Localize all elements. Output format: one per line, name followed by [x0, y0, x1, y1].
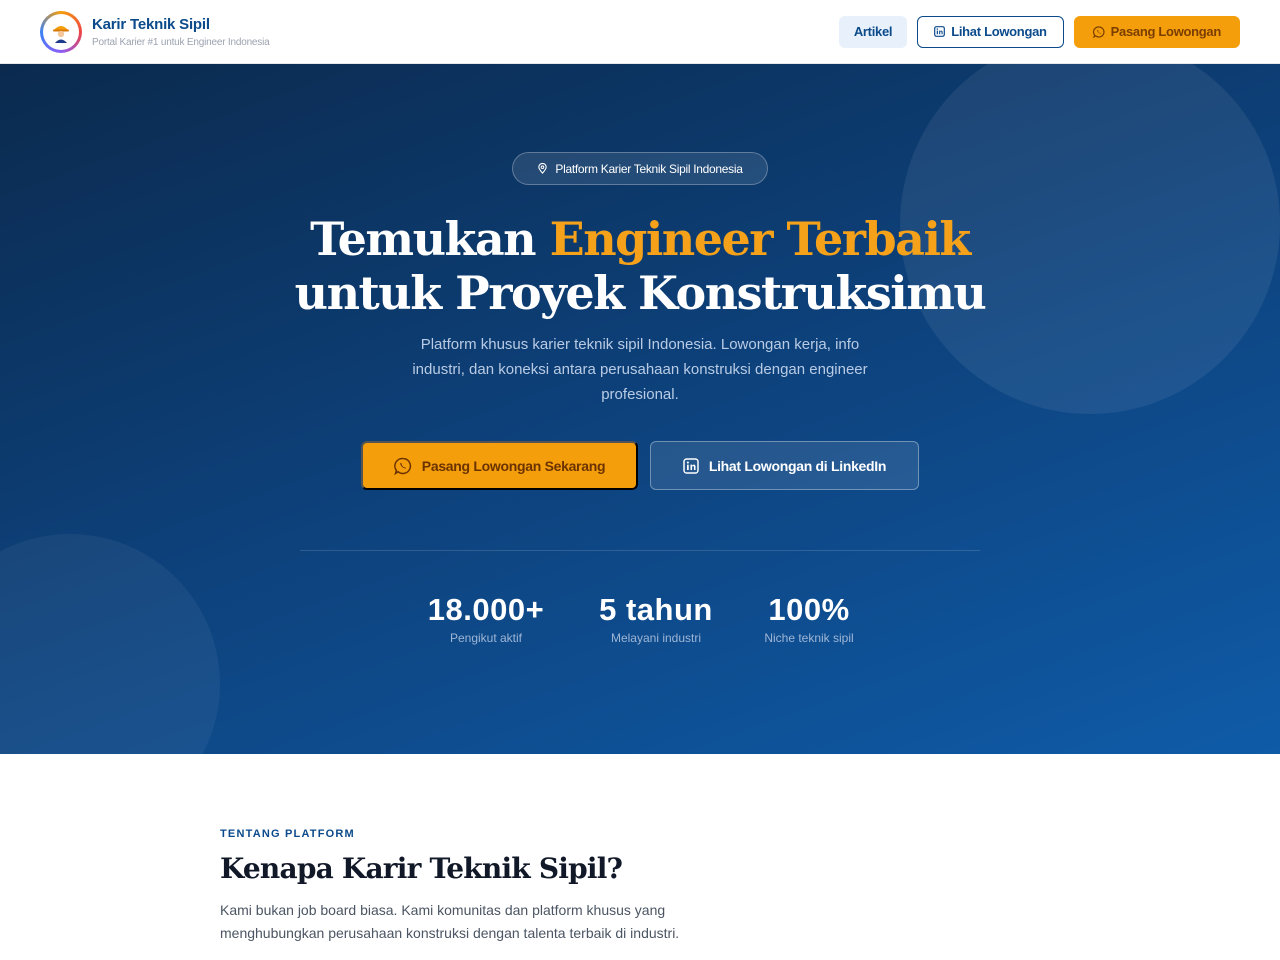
artikel-button[interactable]: Artikel	[838, 15, 908, 48]
headline-accent: Engineer Terbaik	[549, 212, 972, 266]
headline-line2: untuk Proyek Konstruksimu	[294, 266, 987, 320]
pasang-lowongan-label: Pasang Lowongan	[1110, 24, 1222, 39]
about-title: Kenapa Karir Teknik Sipil?	[220, 852, 623, 885]
brand-subtitle: Portal Karier #1 untuk Engineer Indonesi…	[92, 36, 270, 48]
cta-secondary-label: Lihat Lowongan di LinkedIn	[708, 457, 887, 474]
stat-value: 100%	[768, 592, 850, 627]
stat-item: 18.000+ Pengikut aktif	[406, 592, 566, 645]
lihat-lowongan-linkedin-button[interactable]: Lihat Lowongan di LinkedIn	[650, 441, 919, 490]
stat-label: Niche teknik sipil	[764, 631, 854, 645]
hero-section: Platform Karier Teknik Sipil Indonesia T…	[0, 64, 1280, 754]
stat-item: 100% Niche teknik sipil	[729, 592, 889, 645]
lihat-lowongan-label: Lihat Lowongan	[951, 24, 1047, 39]
hero-headline: Temukan Engineer Terbaik untuk Proyek Ko…	[240, 212, 1040, 320]
hero-description: Platform khusus karier teknik sipil Indo…	[412, 336, 868, 403]
main-nav: Artikel Lihat Lowongan Pasang Lowongan	[838, 15, 1240, 48]
stat-label: Melayani industri	[610, 631, 702, 645]
cta-group: Pasang Lowongan Sekarang Lihat Lowongan …	[361, 441, 919, 490]
pasang-lowongan-sekarang-button[interactable]: Pasang Lowongan Sekarang	[361, 441, 638, 490]
cta-primary-label: Pasang Lowongan Sekarang	[421, 457, 606, 474]
lihat-lowongan-button[interactable]: Lihat Lowongan	[917, 15, 1064, 48]
platform-badge-text: Platform Karier Teknik Sipil Indonesia	[555, 161, 743, 176]
site-header: Karir Teknik Sipil Portal Karier #1 untu…	[0, 0, 1280, 64]
stat-item: 5 tahun Melayani industri	[576, 592, 736, 645]
linkedin-icon	[683, 457, 699, 474]
headline-text: Temukan	[310, 212, 550, 266]
about-eyebrow: TENTANG PLATFORM	[220, 828, 355, 840]
location-pin-icon	[538, 163, 548, 174]
about-description: Kami bukan job board biasa. Kami komunit…	[220, 902, 680, 941]
engineer-mascot-icon	[53, 25, 69, 43]
stat-value: 18.000+	[427, 592, 545, 627]
brand-logo[interactable]	[40, 10, 82, 53]
pasang-lowongan-button[interactable]: Pasang Lowongan	[1073, 15, 1240, 48]
whatsapp-icon	[393, 457, 411, 475]
stat-value: 5 tahun	[599, 592, 713, 627]
platform-badge: Platform Karier Teknik Sipil Indonesia	[512, 152, 768, 185]
brand-title[interactable]: Karir Teknik Sipil	[92, 16, 269, 33]
whatsapp-icon	[1092, 25, 1105, 38]
artikel-label: Artikel	[853, 24, 893, 39]
hero-divider	[300, 550, 980, 551]
brand[interactable]: Karir Teknik Sipil Portal Karier #1 untu…	[40, 10, 270, 53]
decorative-circle	[0, 534, 220, 754]
stat-label: Pengikut aktif	[449, 631, 523, 645]
linkedin-icon	[934, 26, 946, 37]
